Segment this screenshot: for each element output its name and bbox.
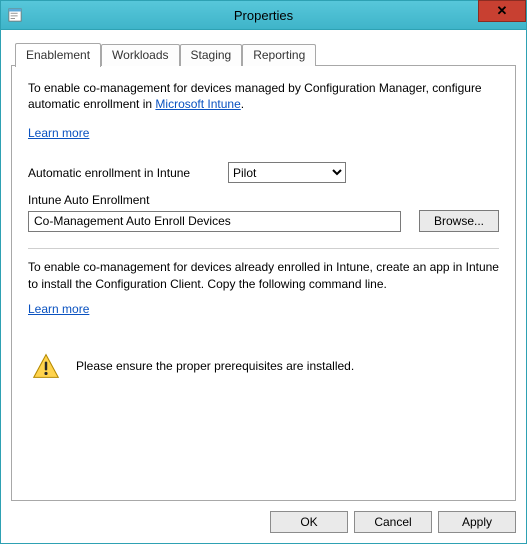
tabstrip: Enablement Workloads Staging Reporting <box>11 42 516 66</box>
tabpanel-enablement: To enable co-management for devices mana… <box>11 65 516 501</box>
apply-button[interactable]: Apply <box>438 511 516 533</box>
properties-dialog: Properties ✕ Enablement Workloads Stagin… <box>0 0 527 544</box>
enrollment-field[interactable] <box>28 211 401 232</box>
tab-enablement[interactable]: Enablement <box>15 43 101 67</box>
cancel-button[interactable]: Cancel <box>354 511 432 533</box>
learn-more-link-1[interactable]: Learn more <box>28 126 89 140</box>
section-divider <box>28 248 499 249</box>
dialog-footer: OK Cancel Apply <box>1 501 526 543</box>
intro-text-part2: . <box>241 97 244 111</box>
enrollment-field-label: Intune Auto Enrollment <box>28 193 499 207</box>
warning-text: Please ensure the proper prerequisites a… <box>76 359 354 373</box>
app-icon <box>7 7 23 23</box>
titlebar: Properties ✕ <box>1 1 526 30</box>
tab-staging[interactable]: Staging <box>180 44 243 66</box>
section2-text: To enable co-management for devices alre… <box>28 259 499 291</box>
intune-link[interactable]: Microsoft Intune <box>155 97 240 111</box>
auto-enroll-label: Automatic enrollment in Intune <box>28 166 228 180</box>
auto-enroll-row: Automatic enrollment in Intune NonePilot… <box>28 162 499 183</box>
enrollment-field-row: Browse... <box>28 210 499 232</box>
browse-button[interactable]: Browse... <box>419 210 499 232</box>
intro-text-part1: To enable co-management for devices mana… <box>28 81 482 111</box>
close-button[interactable]: ✕ <box>478 0 526 22</box>
close-icon: ✕ <box>497 3 508 19</box>
tab-workloads[interactable]: Workloads <box>101 44 179 66</box>
intro-text: To enable co-management for devices mana… <box>28 80 499 112</box>
auto-enroll-dropdown[interactable]: NonePilotAll <box>228 162 346 183</box>
warning-icon <box>32 352 60 380</box>
warning-row: Please ensure the proper prerequisites a… <box>28 352 499 380</box>
dialog-body: Enablement Workloads Staging Reporting T… <box>1 30 526 501</box>
ok-button[interactable]: OK <box>270 511 348 533</box>
window-title: Properties <box>1 8 526 23</box>
tab-reporting[interactable]: Reporting <box>242 44 316 66</box>
learn-more-link-2[interactable]: Learn more <box>28 302 89 316</box>
